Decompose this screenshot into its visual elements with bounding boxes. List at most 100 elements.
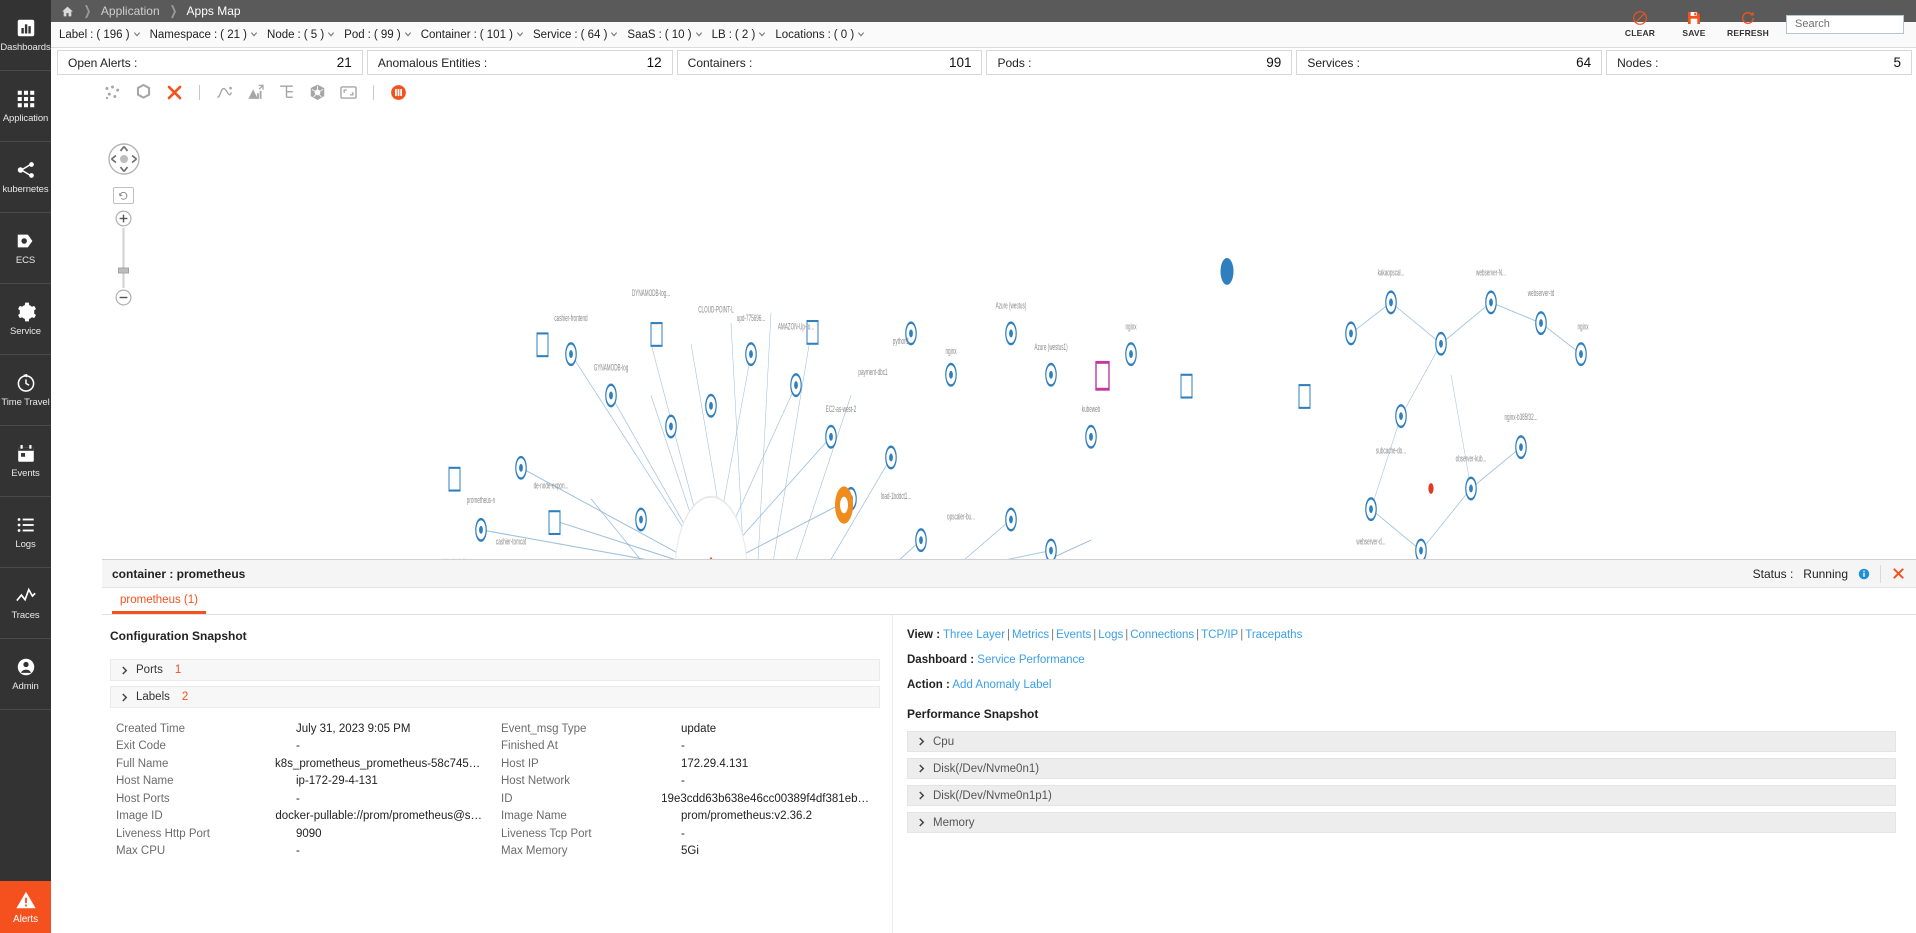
row-value: - <box>681 740 685 753</box>
link-three-layer[interactable]: Three Layer <box>943 629 1005 641</box>
book-layers-icon[interactable] <box>389 83 408 102</box>
stat-pods[interactable]: Pods : 99 <box>986 50 1293 75</box>
link-separator: | <box>1240 629 1244 641</box>
clear-button[interactable]: CLEAR <box>1620 10 1660 38</box>
link-separator: | <box>1051 629 1055 641</box>
config-key-value-table: Created Time July 31, 2023 9:05 PM Exit C… <box>110 720 880 860</box>
svg-text:nginx: nginx <box>946 345 957 356</box>
filter-saas[interactable]: SaaS:( 10 ) <box>627 29 702 41</box>
fullscreen-icon[interactable] <box>339 83 358 102</box>
accordion-labels[interactable]: Labels 2 <box>110 686 880 708</box>
accordion-count: 2 <box>181 691 189 703</box>
svg-text:subcache-do...: subcache-do... <box>1376 444 1406 455</box>
sidebar-item-service[interactable]: Service <box>0 284 51 355</box>
svg-text:cashier-tomcat: cashier-tomcat <box>496 535 527 546</box>
filter-node[interactable]: Node:( 5 ) <box>267 29 335 41</box>
pan-control-icon[interactable] <box>107 142 141 176</box>
clear-x-icon[interactable] <box>165 83 184 102</box>
stat-services[interactable]: Services : 64 <box>1296 50 1603 75</box>
refresh-button[interactable]: REFRESH <box>1727 10 1769 38</box>
filter-pod[interactable]: Pod:( 99 ) <box>344 29 412 41</box>
search-box[interactable] <box>1786 14 1916 34</box>
link-separator: | <box>1125 629 1129 641</box>
accordion-ports[interactable]: Ports 1 <box>110 659 880 681</box>
sidebar-item-alerts[interactable]: Alerts <box>0 881 51 933</box>
detail-header-right: Status : Running <box>1753 564 1906 583</box>
filter-locations[interactable]: Locations:( 0 ) <box>775 29 865 41</box>
svg-text:webserver-d...: webserver-d... <box>1356 535 1386 546</box>
stats-bar: Open Alerts : 21 Anomalous Entities : 12 C… <box>51 48 1916 78</box>
sidebar-item-events[interactable]: Events <box>0 426 51 497</box>
filter-namespace[interactable]: Namespace:( 21 ) <box>150 29 258 41</box>
link-tcpip[interactable]: TCP/IP <box>1201 629 1238 641</box>
row-key: Host Ports <box>116 792 170 805</box>
reset-view-icon[interactable] <box>113 187 134 204</box>
filter-count: ( 196 ) <box>96 28 130 41</box>
chevron-down-icon <box>758 30 766 38</box>
sidebar-item-time-travel[interactable]: Time Travel <box>0 355 51 426</box>
close-icon[interactable] <box>1891 566 1906 581</box>
filter-lb[interactable]: LB:( 2 ) <box>712 29 767 41</box>
sidebar-item-dashboards[interactable]: Dashboards <box>0 0 51 71</box>
stat-anomalous-entities[interactable]: Anomalous Entities : 12 <box>366 50 673 75</box>
gear-hex-icon[interactable] <box>134 83 153 102</box>
stat-value: 101 <box>948 55 972 70</box>
sidebar-item-application[interactable]: Application <box>0 71 51 142</box>
stat-value: 64 <box>1576 55 1592 70</box>
svg-text:opscaler-bu...: opscaler-bu... <box>947 511 975 522</box>
sidebar-item-label: Admin <box>12 681 39 693</box>
link-service-performance[interactable]: Service Performance <box>977 654 1084 666</box>
scatter-dots-icon[interactable] <box>103 83 122 102</box>
svg-text:load-1bddct1...: load-1bddct1... <box>881 490 911 501</box>
zoom-slider[interactable] <box>115 210 132 306</box>
link-events[interactable]: Events <box>1056 629 1091 641</box>
map-chart-icon[interactable] <box>246 83 265 102</box>
svg-text:nginx: nginx <box>1578 320 1589 331</box>
no-entry-icon <box>1632 10 1648 26</box>
tab-prometheus[interactable]: prometheus (1) <box>112 588 206 614</box>
sidebar-item-traces[interactable]: Traces <box>0 568 51 639</box>
perf-accordion-disk-nvme0n1[interactable]: Disk(/Dev/Nvme0n1) <box>907 758 1896 779</box>
link-add-anomaly-label[interactable]: Add Anomaly Label <box>952 679 1051 691</box>
filter-service[interactable]: Service:( 64 ) <box>533 29 618 41</box>
info-icon[interactable] <box>1858 568 1870 580</box>
kubernetes-wheel-icon[interactable] <box>308 83 327 102</box>
sidebar-item-logs[interactable]: Logs <box>0 497 51 568</box>
perf-accordion-disk-nvme0n1p1[interactable]: Disk(/Dev/Nvme0n1p1) <box>907 785 1896 806</box>
link-metrics[interactable]: Metrics <box>1012 629 1049 641</box>
table-row: Max Memory 5Gi <box>495 843 880 861</box>
sidebar-item-admin[interactable]: Admin <box>0 639 51 710</box>
sidebar-item-ecs[interactable]: ECS <box>0 213 51 284</box>
row-value: prom/prometheus:v2.36.2 <box>681 810 813 823</box>
table-row: Host Ports - <box>110 790 495 808</box>
home-icon[interactable] <box>61 5 74 18</box>
link-logs[interactable]: Logs <box>1098 629 1123 641</box>
link-connections[interactable]: Connections <box>1130 629 1194 641</box>
link-separator: | <box>1093 629 1097 641</box>
perf-accordion-memory[interactable]: Memory <box>907 812 1896 833</box>
breadcrumb-item-application[interactable]: Application <box>101 4 160 18</box>
sidebar-item-kubernetes[interactable]: kubernetes <box>0 142 51 213</box>
link-tracepaths[interactable]: Tracepaths <box>1245 629 1302 641</box>
perf-accordion-cpu[interactable]: Cpu <box>907 731 1896 752</box>
stat-open-alerts[interactable]: Open Alerts : 21 <box>57 50 363 75</box>
hierarchy-icon[interactable] <box>277 83 296 102</box>
stat-nodes[interactable]: Nodes : 5 <box>1606 50 1912 75</box>
search-input[interactable] <box>1793 17 1916 31</box>
row-value: docker-pullable://prom/prometheus@sha256… <box>275 810 495 823</box>
svg-text:python1: python1 <box>893 335 909 346</box>
chevron-down-icon <box>250 30 258 38</box>
filter-text: Service <box>533 28 572 41</box>
sidebar-item-label: Traces <box>11 610 40 622</box>
row-key: Image ID <box>116 810 163 823</box>
trace-spark-icon[interactable] <box>215 83 234 102</box>
row-key: ID <box>501 792 513 805</box>
svg-text:nginx: nginx <box>1126 320 1137 331</box>
svg-text:GYNAMODB-log: GYNAMODB-log <box>594 362 629 373</box>
save-button[interactable]: SAVE <box>1674 10 1714 38</box>
table-row: Host Network - <box>495 773 880 791</box>
stat-containers[interactable]: Containers : 101 <box>676 50 983 75</box>
filter-label[interactable]: Label:( 196 ) <box>59 29 141 41</box>
filter-container[interactable]: Container:( 101 ) <box>421 29 524 41</box>
chevron-down-icon <box>610 30 618 38</box>
